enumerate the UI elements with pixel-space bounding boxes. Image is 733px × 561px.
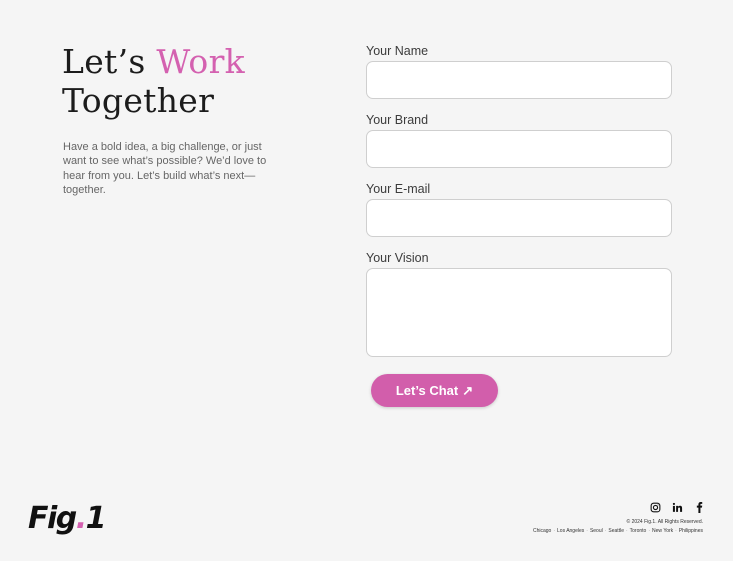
city-separator: · <box>675 528 677 534</box>
page-title: Let’s Work Together <box>62 42 245 120</box>
logo-dot: . <box>75 501 87 536</box>
city-separator: · <box>553 528 556 534</box>
vision-label: Your Vision <box>366 251 429 265</box>
email-field[interactable] <box>366 199 672 237</box>
title-prefix: Let’s <box>62 42 157 81</box>
title-accent: Work <box>156 42 245 81</box>
linkedin-icon[interactable] <box>670 500 684 514</box>
city-item: New York <box>652 528 674 534</box>
social-links <box>648 500 706 514</box>
contact-form: Your Name Your Brand Your E-mail Your Vi… <box>366 44 672 357</box>
city-item: Chicago <box>532 528 552 534</box>
city-item: Seattle <box>608 528 624 534</box>
brand-label: Your Brand <box>366 113 429 127</box>
city-item: Los Angeles <box>557 528 585 534</box>
title-line2: Together <box>62 81 215 120</box>
city-item: Toronto <box>629 528 647 534</box>
city-list: Chicago · Los Angeles · Seoul · Seattle · Toront… <box>533 528 703 534</box>
city-item: Seoul <box>589 528 603 534</box>
city-item: Philippines <box>678 528 703 534</box>
arrow-up-right-icon: ↗ <box>462 382 474 398</box>
instagram-icon[interactable] <box>648 500 662 514</box>
brand-field[interactable] <box>366 130 672 168</box>
lets-chat-button[interactable]: Let’s Chat ↗ <box>371 374 498 407</box>
logo-num: 1 <box>85 501 107 536</box>
email-label: Your E-mail <box>366 182 431 196</box>
name-label: Your Name <box>366 44 429 58</box>
name-field[interactable] <box>366 61 672 99</box>
facebook-icon[interactable] <box>692 500 706 514</box>
city-separator: · <box>648 528 651 534</box>
intro-text: Have a bold idea, a big challenge, or ju… <box>63 141 267 196</box>
submit-label: Let’s Chat <box>395 383 459 398</box>
logo[interactable]: Fig.1 <box>28 501 107 537</box>
city-separator: · <box>625 528 628 534</box>
city-separator: · <box>586 528 588 534</box>
logo-main: Fig <box>28 501 77 536</box>
copyright-text: © 2024 Fig.1. All Rights Reserved. <box>626 519 704 525</box>
city-separator: · <box>604 528 607 534</box>
vision-field[interactable] <box>366 268 672 357</box>
